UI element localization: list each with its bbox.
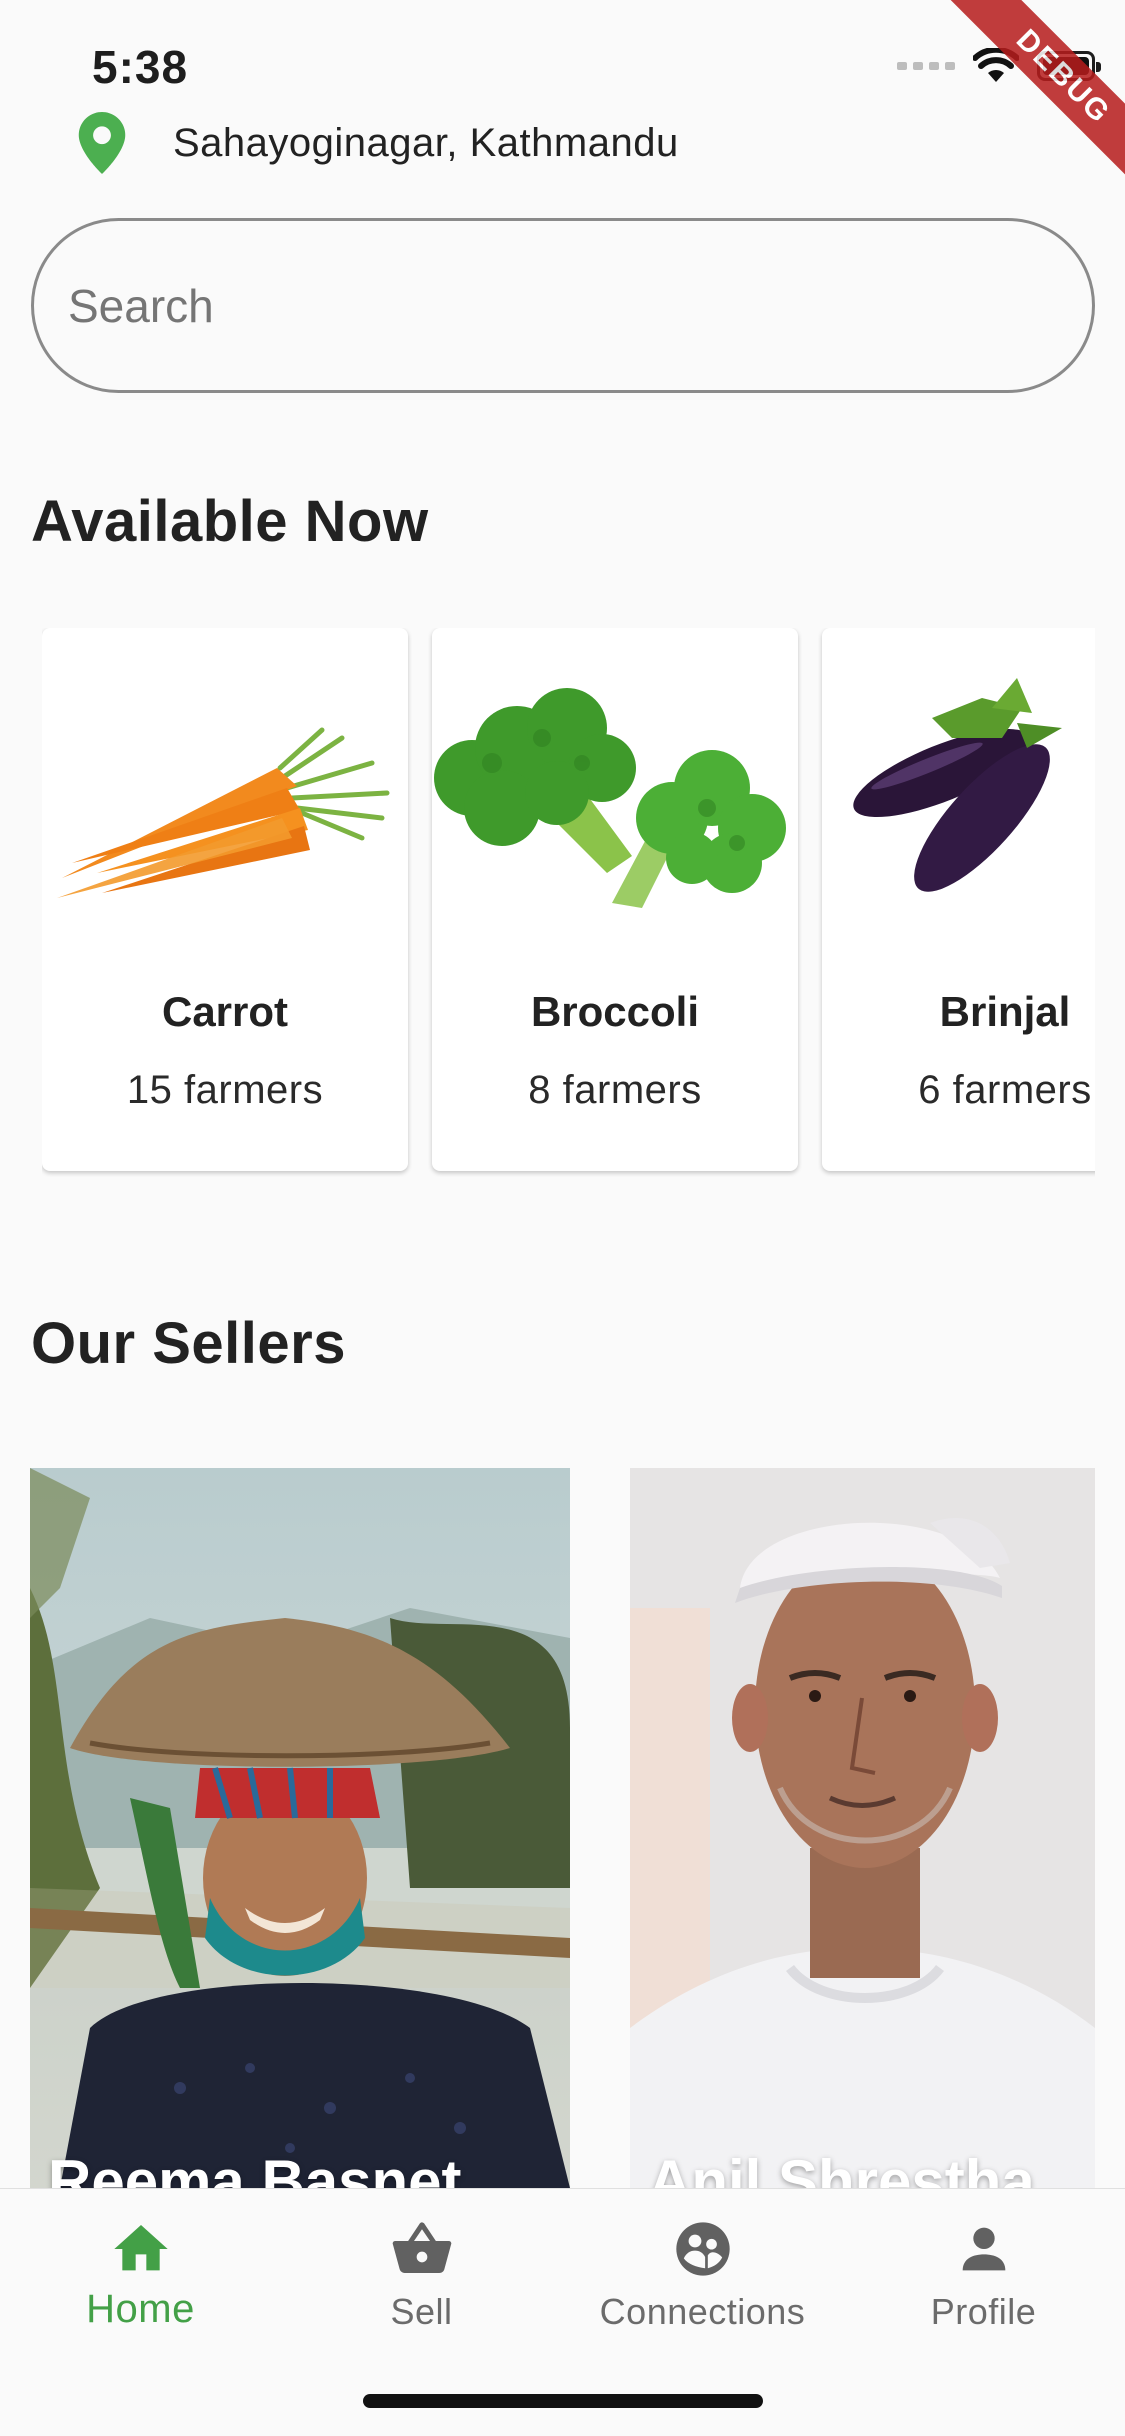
location-label: Sahayoginagar, Kathmandu — [173, 120, 679, 165]
seller-card-anil[interactable]: Anil Shrestha — [630, 1468, 1095, 2188]
seller-card-reema[interactable]: Reema Basnet — [30, 1468, 570, 2188]
product-farmer-count: 8 farmers — [528, 1068, 702, 1112]
debug-banner: DEBUG — [905, 0, 1125, 220]
battery-icon — [1037, 51, 1101, 81]
product-farmer-count: 15 farmers — [126, 1068, 324, 1112]
available-now-heading: Available Now — [31, 489, 429, 554]
nav-label: Connections — [599, 2291, 806, 2332]
seller-name: Anil Shrestha — [648, 2148, 1035, 2188]
cellular-signal-icon — [897, 62, 955, 70]
product-name: Carrot — [161, 988, 289, 1035]
nav-label: Sell — [390, 2291, 453, 2332]
product-name: Broccoli — [530, 988, 700, 1035]
nav-label: Home — [86, 2287, 195, 2331]
connections-icon — [675, 2222, 730, 2276]
wifi-icon — [973, 48, 1019, 82]
map-pin-icon — [78, 112, 126, 174]
nav-item-home[interactable]: Home — [0, 2217, 281, 2332]
broccoli-image — [434, 688, 786, 908]
home-icon — [113, 2225, 168, 2271]
seller-name: Reema Basnet — [48, 2148, 462, 2188]
product-card-carrot[interactable]: Carrot 15 farmers — [42, 628, 408, 1171]
search-field[interactable] — [31, 218, 1095, 393]
location-selector[interactable]: Sahayoginagar, Kathmandu — [78, 112, 679, 174]
product-name: Brinjal — [939, 988, 1071, 1035]
seller-photo — [630, 1468, 1095, 2188]
basket-icon — [392, 2222, 451, 2273]
product-card-broccoli[interactable]: Broccoli 8 farmers — [432, 628, 798, 1171]
brinjal-image — [853, 678, 1062, 892]
available-products-list[interactable]: Carrot 15 farmers Broccoli 8 farmers Bri… — [42, 628, 1095, 1183]
search-input[interactable] — [68, 278, 1092, 333]
person-icon — [962, 2227, 1005, 2271]
sellers-list[interactable]: Reema Basnet Anil Shrestha — [30, 1468, 1095, 2188]
product-farmer-count: 6 farmers — [918, 1068, 1092, 1112]
home-indicator — [363, 2394, 763, 2408]
our-sellers-heading: Our Sellers — [31, 1311, 346, 1376]
nav-item-sell[interactable]: Sell — [281, 2217, 562, 2333]
product-card-brinjal[interactable]: Brinjal 6 farmers — [822, 628, 1095, 1171]
nav-label: Profile — [930, 2291, 1037, 2332]
seller-photo — [30, 1468, 570, 2188]
nav-item-profile[interactable]: Profile — [843, 2217, 1124, 2333]
status-icons — [897, 48, 1101, 84]
status-time: 5:38 — [92, 41, 189, 93]
carrot-image — [57, 727, 390, 898]
nav-item-connections[interactable]: Connections — [562, 2217, 843, 2333]
app-screen: 5:38 DEBUG Sahayoginagar, Kathmandu Avai… — [0, 0, 1125, 2436]
